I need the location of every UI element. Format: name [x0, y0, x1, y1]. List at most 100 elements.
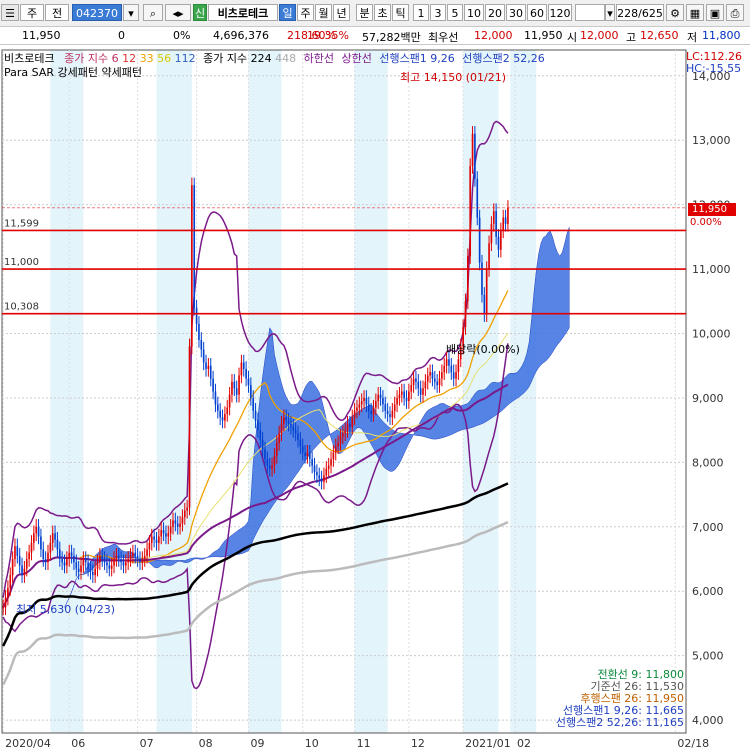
candle-body — [436, 381, 438, 386]
tab-day[interactable]: 일 — [279, 4, 296, 21]
tab-year[interactable]: 년 — [333, 4, 350, 21]
candle-body — [165, 533, 167, 537]
tab-month[interactable]: 월 — [315, 4, 332, 21]
print-icon[interactable]: ⎙ — [726, 4, 744, 21]
month-band — [50, 50, 84, 733]
candle-body — [353, 410, 356, 418]
plot-frame — [1, 49, 687, 734]
candle-body — [238, 375, 240, 395]
tab-second[interactable]: 초 — [374, 4, 391, 21]
pref-price: 12,000 — [474, 29, 513, 42]
candle-body — [172, 520, 174, 527]
resistance-label: 11,000 — [4, 257, 39, 268]
candle-body — [18, 555, 21, 566]
candle-body — [51, 533, 54, 543]
candle-body — [106, 562, 108, 566]
candle-body — [360, 401, 363, 405]
interval-30[interactable]: 30 — [506, 4, 526, 21]
side-select[interactable]: 전 — [45, 4, 69, 21]
candle-body — [221, 417, 224, 421]
interval-10[interactable]: 10 — [464, 4, 484, 21]
candle-body — [214, 391, 217, 405]
candle-body — [261, 439, 264, 450]
candle-body — [44, 559, 47, 563]
candle-body — [212, 378, 214, 392]
candle-body — [89, 568, 92, 572]
candle-body — [426, 375, 429, 382]
tab-tick[interactable]: 틱 — [392, 4, 409, 21]
legend-ma-112: 112 — [174, 52, 196, 65]
search-icon[interactable]: ⌕ — [143, 4, 163, 21]
new-badge: 신 — [193, 4, 207, 21]
candle-body — [455, 372, 457, 379]
menu-icon[interactable]: ☰ — [1, 4, 19, 21]
candle-body — [372, 407, 375, 415]
tab-week[interactable]: 주 — [297, 4, 314, 21]
code-input[interactable]: 042370 — [72, 4, 122, 21]
x-tick-label: 10 — [305, 737, 319, 750]
prev-next-icon[interactable]: ◂▸ — [165, 4, 191, 21]
interval-5[interactable]: 5 — [447, 4, 463, 21]
candle-body — [96, 562, 99, 569]
interval-60[interactable]: 60 — [527, 4, 547, 21]
candle-body — [37, 526, 40, 537]
candle-body — [4, 597, 7, 608]
candle-body — [389, 414, 391, 418]
stock-name[interactable]: 비츠로테크 — [208, 4, 278, 21]
grid-icon[interactable]: ▦ — [686, 4, 704, 21]
candle-body — [344, 430, 347, 434]
interval-1[interactable]: 1 — [413, 4, 429, 21]
chevron-down-icon[interactable]: ▾ — [605, 4, 615, 21]
x-tick-label: 11 — [357, 737, 371, 750]
candle-body — [365, 397, 368, 405]
x-tick-label: 06 — [71, 737, 85, 750]
ratio-pct: 19.35% — [307, 29, 349, 42]
candle-body — [301, 446, 304, 453]
candle-body — [14, 546, 16, 560]
candle-body — [483, 294, 486, 315]
indicator-legend-2: Para SAR 강세패턴 약세패턴 — [4, 64, 142, 80]
candle-body — [393, 404, 396, 411]
candle-body — [21, 565, 23, 576]
price-chart[interactable]: 4,000 5,000 6,000 7,000 8,000 9,000 10,000 11,0… — [0, 45, 750, 750]
candle-body — [40, 536, 42, 550]
candle-body — [167, 533, 170, 537]
legend-ma2-label: 종가 지수 — [203, 52, 248, 65]
candle-body — [188, 346, 191, 508]
open-label: 시 — [567, 31, 578, 44]
candle-body — [400, 391, 403, 395]
low-label: 저 — [687, 31, 698, 44]
y-tick-label: 8,000 — [692, 456, 724, 469]
candle-body — [226, 407, 229, 415]
market-select[interactable]: 주 — [20, 4, 44, 21]
last-price-tag: 11,950 — [688, 203, 736, 216]
interval-20[interactable]: 20 — [485, 4, 505, 21]
legend-ma-56: 56 — [157, 52, 172, 65]
candle-body — [469, 165, 472, 257]
y-tick-label: 7,000 — [692, 521, 724, 534]
interval-3[interactable]: 3 — [430, 4, 446, 21]
custom-interval-input[interactable] — [575, 4, 605, 21]
candle-body — [205, 362, 207, 369]
candle-body — [219, 410, 221, 418]
candle-body — [495, 211, 497, 237]
candle-body — [422, 388, 424, 395]
candle-body — [169, 526, 172, 534]
chevron-down-icon[interactable]: ▾ — [123, 4, 139, 21]
interval-120[interactable]: 120 — [548, 4, 572, 21]
candle-body — [285, 417, 288, 421]
tools-icon[interactable]: ⚙ — [666, 4, 684, 21]
candle-body — [7, 588, 9, 598]
candle-body — [103, 559, 106, 563]
x-tick-label: 02 — [517, 737, 531, 750]
tab-minute[interactable]: 분 — [356, 4, 373, 21]
candle-body — [396, 397, 398, 405]
ichimoku-readout: 전환선 9: 11,800 기준선 26: 11,530 후행스팬 26: 11… — [556, 669, 684, 729]
candle-body — [382, 397, 384, 405]
candle-body — [191, 185, 193, 347]
candle-body — [30, 542, 33, 553]
toolbar: ☰ 주 전 042370 ▾ ⌕ ◂▸ 신 비츠로테크 일 주 월 년 분 초 … — [0, 0, 750, 27]
legend-span2: 선행스팬2 52,26 — [462, 52, 545, 65]
save-icon[interactable]: ▣ — [706, 4, 724, 21]
candle-body — [377, 394, 380, 402]
